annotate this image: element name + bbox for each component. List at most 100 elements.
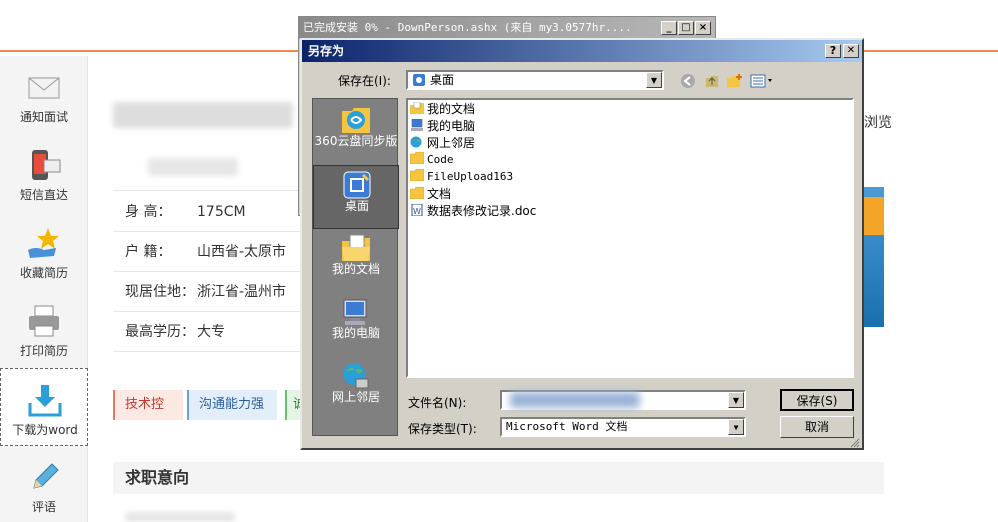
list-item[interactable]: 网上邻居 [410, 135, 475, 151]
word-doc-icon: W [411, 204, 423, 216]
folder-icon [410, 187, 424, 199]
cancel-button[interactable]: 取消 [780, 416, 854, 438]
place-label: 网上邻居 [331, 390, 380, 404]
download-word-button[interactable]: 下载为word [0, 368, 88, 446]
file-name: 网上邻居 [427, 136, 476, 150]
place-label: 桌面 [344, 199, 369, 213]
profile-value: 浙江省-温州市 [197, 284, 287, 300]
filename-input[interactable]: ▼ [500, 390, 746, 410]
back-icon[interactable] [680, 73, 696, 89]
download-icon [28, 385, 62, 417]
minimize-button[interactable]: _ [661, 21, 677, 35]
filetype-value: Microsoft Word 文档 [506, 420, 628, 433]
profile-row-education: 最高学历： 大专 [113, 312, 300, 352]
nav-label: 收藏简历 [19, 266, 68, 280]
save-in-combo[interactable]: 桌面 ▼ [406, 70, 664, 90]
file-name: 我的电脑 [427, 119, 476, 133]
list-item[interactable]: 我的文档 [410, 101, 475, 117]
file-name: Code [427, 153, 454, 166]
blurred-filename [510, 392, 640, 408]
chevron-down-icon[interactable]: ▼ [728, 419, 744, 435]
profile-value: 175CM [197, 204, 246, 220]
browse-count-text: 浏览 [864, 115, 892, 131]
profile-key: 户 籍： [125, 244, 172, 260]
up-folder-icon[interactable] [704, 73, 720, 89]
blurred-candidate-name [113, 102, 293, 128]
job-intention-section-title: 求职意向 [113, 462, 884, 494]
blurred-text [125, 512, 235, 522]
list-item[interactable]: W 数据表修改记录.doc [410, 203, 536, 219]
filetype-label: 保存类型(T): [408, 422, 477, 436]
profile-row-height: 身 高： 175CM [113, 192, 300, 232]
save-in-value: 桌面 [430, 73, 455, 87]
file-list[interactable]: 我的文档 我的电脑 网上邻居 Code FileUpload163 文档 W 数据… [406, 98, 854, 378]
close-download-window-button[interactable]: × [695, 21, 711, 35]
nav-label: 通知面试 [19, 110, 68, 124]
maximize-button[interactable]: □ [678, 21, 694, 35]
list-item[interactable]: FileUpload163 [410, 169, 513, 185]
profile-value: 大专 [197, 324, 225, 340]
place-desktop[interactable]: 桌面 [313, 165, 399, 229]
action-sidebar: 通知面试 短信直达 收藏简历 打印简历 下载为word 评语 [0, 56, 88, 522]
chevron-down-icon[interactable]: ▼ [646, 72, 662, 88]
place-360-cloud[interactable]: 360云盘同步版 [313, 101, 399, 165]
skill-tag: 沟通能力强 [187, 390, 277, 420]
view-menu-icon[interactable] [750, 73, 774, 89]
save-in-label: 保存在(I): [338, 74, 391, 88]
profile-row-hukou: 户 籍： 山西省-太原市 [113, 232, 300, 272]
save-button[interactable]: 保存(S) [780, 389, 854, 411]
comment-button[interactable]: 评语 [0, 446, 88, 522]
chevron-down-icon[interactable]: ▼ [728, 392, 744, 408]
printer-icon [29, 305, 59, 337]
skill-tag: 技术控 [113, 390, 183, 420]
nav-label: 短信直达 [19, 188, 68, 202]
profile-value: 山西省-太原市 [197, 244, 287, 260]
divider [113, 190, 300, 191]
folder-icon [410, 169, 424, 181]
nav-label: 打印简历 [19, 344, 68, 358]
my-computer-icon [411, 119, 423, 131]
list-item[interactable]: 文档 [410, 186, 451, 202]
nav-label: 评语 [31, 500, 56, 514]
desktop-icon [413, 74, 425, 86]
place-label: 我的电脑 [331, 326, 380, 340]
places-bar: 360云盘同步版 桌面 我的文档 我的电脑 网上邻居 [312, 98, 399, 436]
place-network[interactable]: 网上邻居 [313, 357, 399, 421]
file-name: 文档 [427, 187, 452, 201]
place-my-documents[interactable]: 我的文档 [313, 229, 399, 293]
new-folder-icon[interactable] [726, 73, 744, 89]
profile-key: 最高学历： [125, 324, 195, 340]
place-my-computer[interactable]: 我的电脑 [313, 293, 399, 357]
place-label: 360云盘同步版 [314, 134, 398, 148]
filetype-select[interactable]: Microsoft Word 文档 ▼ [500, 417, 746, 437]
skill-tag: 诚 [285, 390, 300, 420]
my-computer-icon [343, 299, 367, 325]
side-advertisement[interactable] [864, 187, 884, 327]
ad-ribbon [864, 197, 884, 235]
print-resume-button[interactable]: 打印简历 [0, 290, 88, 368]
place-label: 我的文档 [331, 262, 380, 276]
favorite-resume-button[interactable]: 收藏简历 [0, 212, 88, 290]
my-documents-icon [342, 234, 370, 261]
blurred-subtitle [148, 158, 238, 176]
envelope-icon [28, 77, 60, 99]
resize-grip-icon[interactable] [848, 436, 860, 448]
desktop-icon [343, 171, 371, 199]
profile-key: 现居住地： [125, 284, 195, 300]
notify-interview-button[interactable]: 通知面试 [0, 56, 88, 134]
save-as-dialog: 另存为 ? ✕ 保存在(I): 桌面 ▼ 360云盘同步版 桌面 我的文档 我的… [300, 38, 864, 450]
my-documents-icon [410, 102, 424, 114]
help-button[interactable]: ? [825, 44, 841, 58]
list-item[interactable]: Code [410, 152, 454, 168]
star-hand-icon [28, 228, 59, 258]
pencil-icon [33, 463, 59, 489]
svg-text:W: W [413, 207, 421, 216]
nav-label: 下载为word [12, 423, 78, 437]
list-item[interactable]: 我的电脑 [410, 118, 475, 134]
file-name: 数据表修改记录.doc [427, 204, 537, 218]
download-window-title: 已完成安装 0% - DownPerson.ashx (来自 my3.0577h… [299, 17, 715, 39]
sms-direct-button[interactable]: 短信直达 [0, 134, 88, 212]
close-dialog-button[interactable]: ✕ [843, 44, 859, 58]
network-icon [410, 136, 422, 148]
profile-row-residence: 现居住地： 浙江省-温州市 [113, 272, 300, 312]
